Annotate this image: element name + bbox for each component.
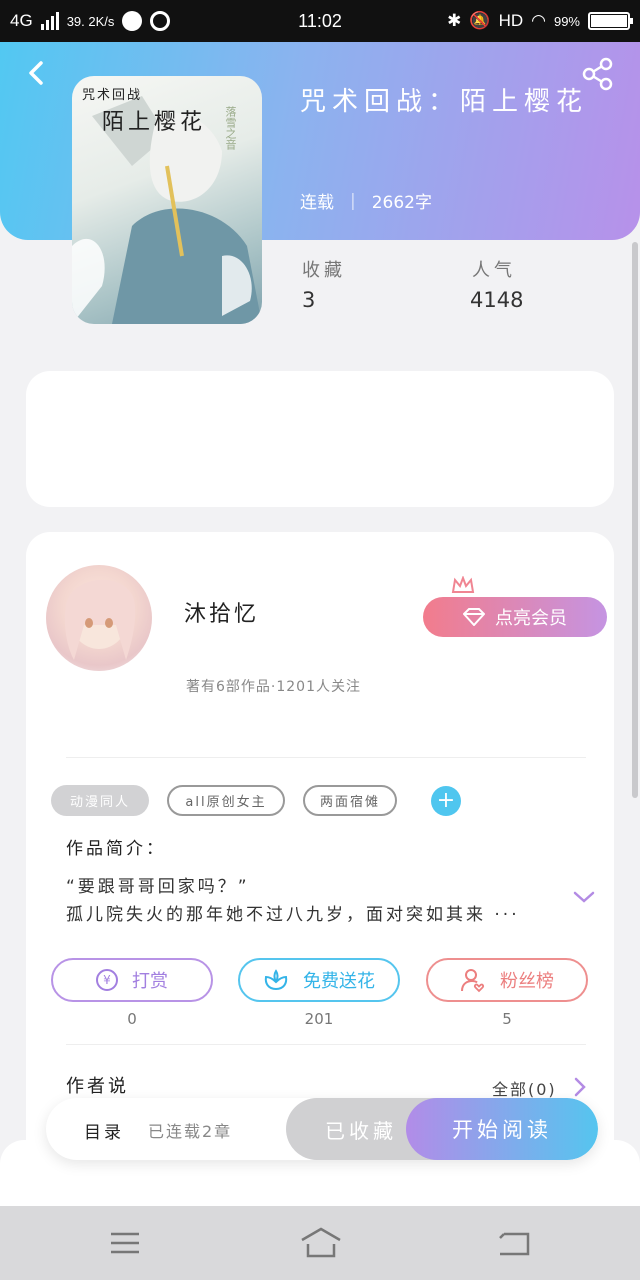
plus-icon: + <box>436 788 456 813</box>
back-arrow-icon <box>29 61 43 85</box>
cover-title-text: 陌上樱花 <box>102 110 207 135</box>
back-button[interactable] <box>22 58 52 88</box>
author-says-title: 作者说 <box>66 1076 129 1097</box>
catalog-button[interactable]: 目录 <box>84 1118 124 1143</box>
tag-item[interactable]: all原创女主 <box>167 785 285 816</box>
status-bar: 4G 39. 2K/s 11:02 ✱ 🔕 HD ◠ 99% <box>0 0 640 42</box>
chevron-right-icon[interactable] <box>573 1076 587 1098</box>
divider <box>66 757 586 758</box>
scrollbar[interactable] <box>632 242 638 798</box>
popularity-value: 4148 <box>470 288 524 312</box>
vip-button[interactable]: 点亮会员 <box>423 597 607 637</box>
browser-icon <box>122 11 143 31</box>
flower-count: 201 <box>304 1010 334 1028</box>
book-cover[interactable]: 咒术回战 陌上樱花 落雪之音 <box>72 76 262 324</box>
crown-icon <box>451 576 475 593</box>
serial-status: 连载 <box>300 193 334 213</box>
network-speed: 39. 2K/s <box>66 13 115 29</box>
send-flower-label: 免费送花 <box>303 971 375 992</box>
popularity-label: 人气 <box>472 260 516 281</box>
fan-ranking-button[interactable]: 粉丝榜 <box>426 958 588 1002</box>
return-icon[interactable] <box>496 1226 532 1260</box>
wifi-icon: ◠ <box>531 11 546 30</box>
network-label: 4G <box>10 11 33 30</box>
mute-icon: 🔕 <box>469 11 491 30</box>
fan-ranking-label: 粉丝榜 <box>500 971 554 992</box>
favorites-value: 3 <box>302 288 316 312</box>
book-title: 咒术回战：陌上樱花 <box>300 87 589 117</box>
reward-label: 打赏 <box>132 971 168 992</box>
tag-item[interactable]: 两面宿傩 <box>303 785 397 816</box>
add-tag-button[interactable]: + <box>431 786 461 816</box>
divider <box>66 1044 586 1045</box>
bluetooth-icon: ✱ <box>447 11 462 30</box>
start-reading-label: 开始阅读 <box>452 1118 552 1142</box>
start-reading-button[interactable]: 开始阅读 <box>406 1098 598 1160</box>
avatar-illustration <box>64 579 136 660</box>
reward-count: 0 <box>127 1010 137 1028</box>
yen-coin-icon: ¥ <box>96 969 118 991</box>
author-name[interactable]: 沐拾忆 <box>184 596 259 628</box>
home-icon[interactable] <box>300 1226 342 1260</box>
placeholder-card <box>26 371 614 507</box>
hd-label: HD <box>498 11 524 30</box>
reward-button[interactable]: ¥ 打赏 <box>51 958 213 1002</box>
diamond-icon <box>463 608 485 626</box>
book-meta: 连载 | 2662字 <box>300 188 432 214</box>
tag-item[interactable]: 动漫同人 <box>51 785 149 816</box>
battery-level: 99% <box>553 13 580 29</box>
word-count: 2662字 <box>371 193 432 213</box>
meta-divider: | <box>350 190 356 211</box>
bottom-action-bar: 目录 已连载2章 已收藏 开始阅读 <box>46 1098 598 1160</box>
author-says-all-link[interactable]: 全部(0) <box>492 1076 557 1100</box>
app-notification-icon <box>150 11 171 31</box>
send-flower-button[interactable]: 免费送花 <box>238 958 400 1002</box>
system-nav-bar <box>0 1206 640 1280</box>
author-summary: 著有6部作品·1201人关注 <box>186 679 361 695</box>
intro-line: 孤儿院失火的那年她不过八九岁，面对突如其来 ··· <box>66 905 520 925</box>
menu-icon[interactable] <box>107 1226 143 1260</box>
battery-icon <box>588 12 633 30</box>
author-avatar[interactable] <box>46 565 152 671</box>
chapter-count: 已连载2章 <box>148 1122 233 1141</box>
vip-button-label: 点亮会员 <box>495 608 567 629</box>
intro-title: 作品简介： <box>66 839 166 859</box>
fan-user-icon <box>461 969 484 993</box>
signal-icon <box>40 12 59 30</box>
collected-label: 已收藏 <box>325 1118 397 1143</box>
cover-series-text: 咒术回战 <box>82 88 143 103</box>
fan-count: 5 <box>502 1010 512 1028</box>
cover-side-text: 落雪之音 <box>224 106 237 150</box>
flower-icon <box>264 969 288 991</box>
intro-line: “要跟哥哥回家吗？” <box>66 877 250 897</box>
favorites-label: 收藏 <box>302 260 346 281</box>
chevron-down-icon[interactable] <box>572 888 596 906</box>
